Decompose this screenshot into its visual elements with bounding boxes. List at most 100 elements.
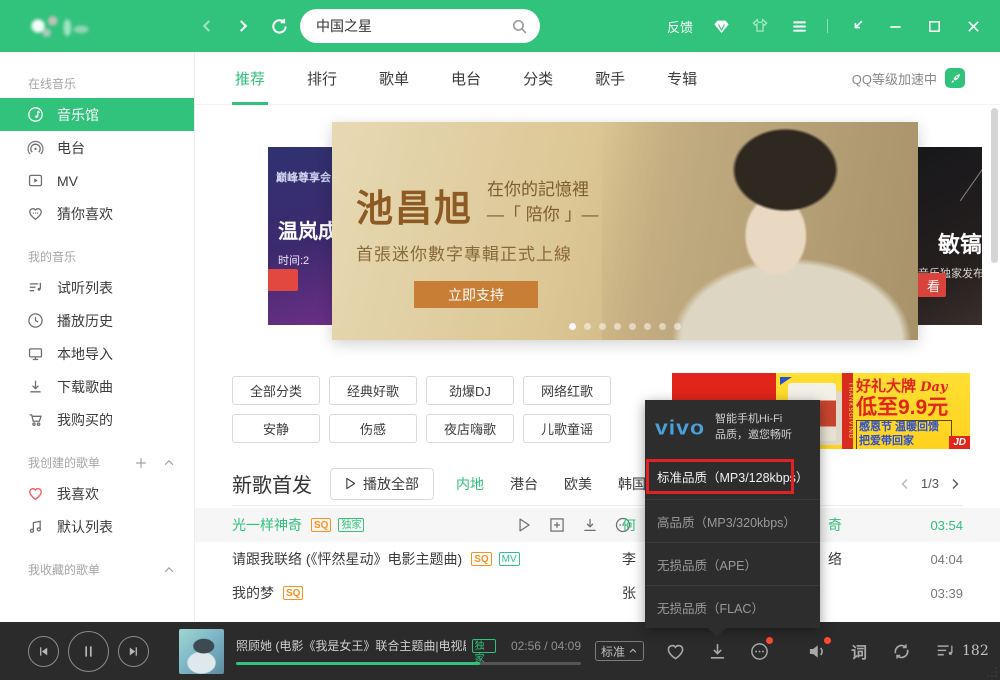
song-title[interactable]: 请跟我联络 (《怦然星动》电影主题曲) [232, 549, 462, 569]
add-playlist-icon[interactable] [134, 456, 148, 470]
back-button[interactable] [196, 15, 218, 37]
collapse-collected-icon[interactable] [162, 563, 176, 577]
song-artist[interactable]: 何 [622, 515, 636, 535]
skin-shirt-icon[interactable] [749, 15, 771, 37]
sidebar-item-local-import[interactable]: 本地导入 [0, 337, 194, 370]
collapse-created-icon[interactable] [162, 456, 176, 470]
loop-mode-button[interactable] [890, 640, 912, 662]
resize-grip[interactable] [987, 667, 997, 677]
volume-button[interactable] [806, 640, 828, 662]
category-internet-hits[interactable]: 网络红歌 [523, 376, 611, 405]
song-row-1[interactable]: 光一样神奇 SQ 独家 何 奇 03:54 [195, 508, 1000, 542]
banner-main[interactable]: 池昌旭 在你的記憶裡 —「 陪你 」— 首張迷你數字專輯正式上線 立即支持 [332, 122, 918, 340]
category-quiet[interactable]: 安静 [232, 414, 320, 443]
now-playing-title[interactable]: 照顾她 (电影《我是女王》联合主题曲|电视剧《 [236, 637, 466, 654]
minimize-button[interactable] [884, 15, 906, 37]
search-box[interactable] [300, 9, 540, 43]
song-album[interactable]: 奇 [828, 515, 842, 535]
previous-button[interactable] [28, 636, 59, 667]
region-tab-korea[interactable]: 韩国 [618, 474, 646, 494]
row-add-icon[interactable] [548, 516, 566, 534]
category-all[interactable]: 全部分类 [232, 376, 320, 405]
progress-bar[interactable] [236, 662, 581, 665]
song-row-3[interactable]: 我的梦 SQ 张 03:39 [195, 576, 1000, 610]
search-icon[interactable] [511, 18, 528, 35]
lyrics-button[interactable]: 词 [848, 640, 870, 662]
vivo-ad[interactable]: vivo 智能手机Hi-Fi 品质，邀您畅听 [645, 400, 820, 454]
quality-option-flac[interactable]: 无损品质（FLAC） [645, 585, 820, 628]
tab-artists[interactable]: 歌手 [595, 52, 625, 105]
sidebar-item-music-hall[interactable]: 音乐馆 [0, 98, 194, 131]
album-art[interactable] [179, 629, 224, 674]
carousel-dot[interactable] [644, 323, 651, 330]
search-input[interactable] [316, 18, 511, 34]
carousel-dot[interactable] [674, 323, 681, 330]
qq-level-accelerate[interactable]: QQ等级加速中 [852, 68, 965, 88]
main-menu-icon[interactable] [788, 15, 810, 37]
play-all-button[interactable]: 播放全部 [330, 468, 434, 500]
quality-option-high[interactable]: 高品质（MP3/320kbps） [645, 499, 820, 542]
sidebar-item-purchased[interactable]: 我购买的 [0, 403, 194, 436]
region-tab-mainland[interactable]: 内地 [456, 474, 484, 494]
tab-albums[interactable]: 专辑 [667, 52, 697, 105]
sidebar-item-radio[interactable]: 电台 [0, 131, 194, 164]
carousel-dot[interactable] [659, 323, 666, 330]
carousel-dot[interactable] [569, 323, 576, 330]
sidebar-item-my-favorite[interactable]: 我喜欢 [0, 477, 194, 510]
song-album[interactable]: 络 [828, 549, 842, 569]
banner-right-button[interactable]: 看 [918, 273, 946, 297]
more-options-button[interactable] [748, 640, 770, 662]
page-prev-icon[interactable] [897, 476, 913, 492]
tab-category[interactable]: 分类 [523, 52, 553, 105]
quality-option-ape[interactable]: 无损品质（APE） [645, 542, 820, 585]
forward-button[interactable] [232, 15, 254, 37]
sidebar-item-play-history[interactable]: 播放历史 [0, 304, 194, 337]
tab-recommend[interactable]: 推荐 [235, 52, 265, 105]
tab-playlists[interactable]: 歌单 [379, 52, 409, 105]
category-sad[interactable]: 伤感 [329, 414, 417, 443]
carousel-dot[interactable] [599, 323, 606, 330]
next-button[interactable] [118, 636, 149, 667]
banner-left-button[interactable] [268, 269, 298, 291]
quality-option-standard[interactable]: 标准品质（MP3/128kbps） [645, 454, 820, 499]
category-dj[interactable]: 劲爆DJ [426, 376, 514, 405]
quality-selector-button[interactable]: 标准 [595, 641, 644, 661]
download-button[interactable] [706, 640, 728, 662]
banner-support-button[interactable]: 立即支持 [414, 281, 538, 308]
song-artist[interactable]: 张 [622, 583, 636, 603]
feedback-link[interactable]: 反馈 [667, 17, 693, 36]
category-classic[interactable]: 经典好歌 [329, 376, 417, 405]
region-tab-hk-tw[interactable]: 港台 [510, 474, 538, 494]
tab-ranking[interactable]: 排行 [307, 52, 337, 105]
maximize-button[interactable] [923, 15, 945, 37]
category-children[interactable]: 儿歌童谣 [523, 414, 611, 443]
refresh-button[interactable] [268, 15, 290, 37]
region-tab-western[interactable]: 欧美 [564, 474, 592, 494]
row-play-icon[interactable] [515, 516, 533, 534]
carousel-dot[interactable] [629, 323, 636, 330]
sidebar-item-audition-list[interactable]: 试听列表 [0, 271, 194, 304]
song-title[interactable]: 光一样神奇 [232, 515, 302, 535]
song-artist[interactable]: 李 [622, 549, 636, 569]
banner-left[interactable]: 巅峰尊享会 温岚成 时间:2 [268, 147, 332, 325]
sidebar-item-default-list[interactable]: 默认列表 [0, 510, 194, 543]
category-club[interactable]: 夜店嗨歌 [426, 414, 514, 443]
carousel-dot[interactable] [584, 323, 591, 330]
song-row-2[interactable]: 请跟我联络 (《怦然星动》电影主题曲) SQ MV 李 络 04:04 [195, 542, 1000, 576]
pause-button[interactable] [68, 631, 109, 672]
sidebar-item-download-songs[interactable]: 下载歌曲 [0, 370, 194, 403]
page-next-icon[interactable] [947, 476, 963, 492]
sidebar-item-guess-you-like[interactable]: 猜你喜欢 [0, 197, 194, 230]
banner-right[interactable]: 敏镐 音乐独家发布 看 [918, 147, 982, 325]
tab-radio[interactable]: 电台 [451, 52, 481, 105]
sidebar-item-mv[interactable]: MV [0, 164, 194, 197]
mini-mode-icon[interactable] [845, 15, 867, 37]
row-download-icon[interactable] [581, 516, 599, 534]
play-queue-button[interactable]: 182 [934, 640, 989, 662]
scrollbar-thumb[interactable] [991, 108, 998, 263]
close-button[interactable] [962, 15, 984, 37]
song-title[interactable]: 我的梦 [232, 583, 274, 603]
vip-diamond-icon[interactable] [710, 15, 732, 37]
favorite-button[interactable] [664, 640, 686, 662]
mv-badge[interactable]: MV [499, 552, 520, 566]
